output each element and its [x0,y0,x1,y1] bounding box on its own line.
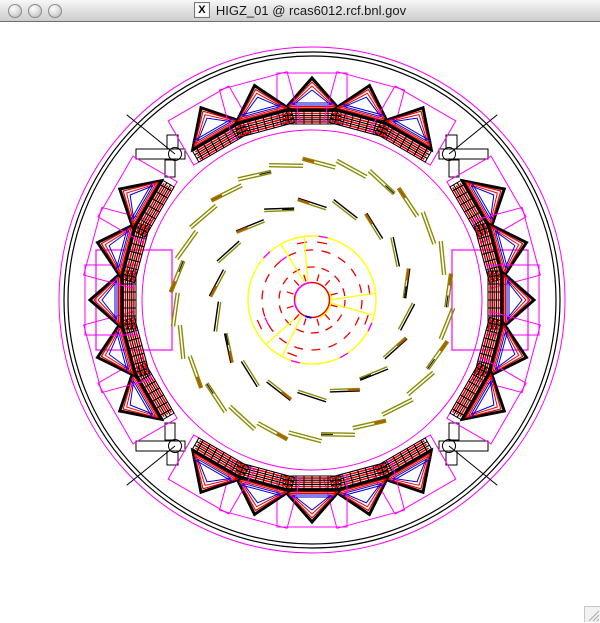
x11-window: { "window": { "title": "HIGZ_01 @ rcas60… [0,0,600,622]
silicon-ladder [209,270,225,298]
silicon-ladder [225,333,234,363]
silicon-ladder [330,388,360,391]
window-titlebar[interactable]: X HIGZ_01 @ rcas6012.rcf.bnl.gov [0,0,600,22]
minimize-button[interactable] [28,4,42,18]
silicon-ladder [352,419,386,429]
silicon-ladder [403,268,410,298]
close-button[interactable] [8,4,22,18]
silicon-ladder [391,237,400,267]
silicon-ladder [407,371,435,395]
silicon-ladder [257,422,288,441]
zoom-button[interactable] [48,4,62,18]
beam-pipe [287,274,338,325]
silicon-ladder [229,405,256,430]
silicon-ladder [214,302,221,332]
silicon-ladder [236,220,265,233]
silicon-ladder [398,303,414,331]
silicon-ladder [439,241,445,275]
silicon-ladder [175,230,197,259]
silicon-ladder [178,325,184,359]
silicon-ladder [211,184,243,202]
silicon-ladder [264,208,294,211]
silicon-ladder [382,398,414,416]
window-title: X HIGZ_01 @ rcas6012.rcf.bnl.gov [0,0,600,20]
silicon-ladder [217,241,241,263]
detector-figure [0,22,600,622]
side-module-large-boxes [96,250,528,350]
silicon-ladder [421,212,435,245]
resize-grip-lines [585,607,600,623]
silicon-ladder [321,433,355,437]
silicon-ladder [238,170,272,180]
corner-bracket [439,115,497,177]
silicon-ladder [269,164,303,168]
silicon-ladder [397,187,418,217]
resize-grip[interactable] [584,606,600,622]
silicon-ladder [332,200,357,220]
silicon-ladder [336,159,367,178]
silicon-ladder [171,293,179,327]
silicon-ladder [188,355,202,388]
silicon-ladder [189,204,217,228]
silicon-ladder [302,157,336,169]
corner-bracket [439,423,497,485]
inner-support-circle [142,130,482,470]
silicon-ladder [426,340,448,369]
silicon-ladder [297,198,326,210]
silicon-ladder [445,273,453,307]
silicon-ladder [241,360,259,387]
beam-support-circle [248,236,376,364]
silicon-ladder [288,431,322,443]
window-title-text: HIGZ_01 @ rcas6012.rcf.bnl.gov [216,3,406,18]
module-ring [84,72,541,529]
dashed-circles [257,242,370,356]
corner-bracket [127,115,185,177]
silicon-ladder [365,213,383,240]
svt-inner-ladder-ring [209,198,414,402]
silicon-ladder [267,380,292,400]
x11-app-icon: X [194,2,210,18]
silicon-ladder [359,367,388,380]
silicon-ladder [383,337,407,359]
svt-outer-ladder-ring [169,157,454,442]
silicon-ladder [368,169,395,194]
corner-bracket [127,423,185,485]
silicon-ladder [297,390,326,402]
silicon-ladder [205,383,226,413]
higz-drawing-canvas [0,22,600,622]
